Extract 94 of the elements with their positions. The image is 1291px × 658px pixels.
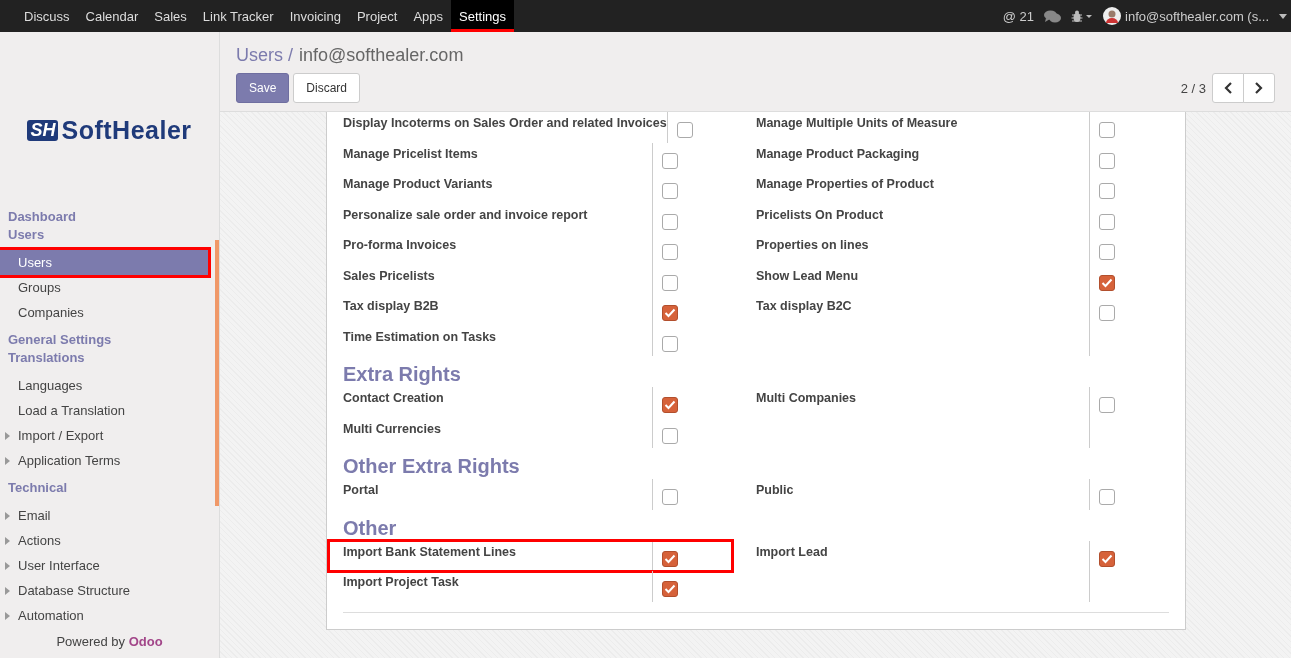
- checkbox[interactable]: [1099, 213, 1115, 230]
- previous-button[interactable]: [1212, 73, 1244, 103]
- menu-item[interactable]: Groups: [0, 275, 208, 300]
- checkbox[interactable]: [1099, 122, 1115, 138]
- menu-item[interactable]: Users: [0, 250, 208, 275]
- discard-button[interactable]: Discard: [293, 73, 361, 103]
- avatar-icon[interactable]: [1103, 7, 1121, 25]
- checkbox[interactable]: [1099, 489, 1115, 505]
- chevron-left-icon: [1224, 82, 1232, 94]
- section-heading: Other: [343, 515, 398, 541]
- field-label: Contact Creation: [343, 390, 445, 407]
- checkbox[interactable]: [662, 274, 678, 291]
- nav-menu-item[interactable]: Discuss: [16, 0, 78, 32]
- field-label: Manage Product Packaging: [756, 145, 921, 163]
- field-label: Tax display B2B: [343, 298, 440, 315]
- checkbox[interactable]: [662, 550, 678, 567]
- field-label: Import Project Task: [343, 574, 460, 591]
- checkbox[interactable]: [662, 213, 678, 230]
- pager-counter: 2 / 3: [1180, 80, 1206, 96]
- nav-menu-item[interactable]: Settings: [451, 0, 515, 32]
- nav-menu-item[interactable]: Sales: [146, 0, 195, 32]
- section-heading: Other Extra Rights: [343, 454, 521, 479]
- checkbox[interactable]: [662, 581, 678, 597]
- menu-item[interactable]: Load a Translation: [0, 398, 208, 423]
- field-label: Pricelists On Product: [756, 206, 885, 224]
- field-label: Pro-forma Invoices: [343, 237, 458, 254]
- field-label: Manage Properties of Product: [756, 176, 935, 193]
- section-heading: Extra Rights: [343, 362, 462, 387]
- caret-icon[interactable]: [1279, 13, 1287, 19]
- expand-triangle-icon: [5, 457, 10, 465]
- field-label: Import Bank Statement Lines: [343, 543, 517, 561]
- checkbox[interactable]: [662, 335, 678, 352]
- nav-menu-item[interactable]: Link Tracker: [194, 0, 282, 32]
- next-button[interactable]: [1243, 73, 1275, 103]
- field-label: Public: [756, 482, 795, 499]
- save-button[interactable]: Save: [236, 73, 290, 103]
- menu-item[interactable]: Languages: [0, 373, 208, 398]
- field-label: Tax display B2C: [756, 298, 853, 315]
- field-label: Time Estimation on Tasks: [343, 328, 498, 346]
- field-label: Show Lead Menu: [756, 267, 860, 285]
- checkbox[interactable]: [662, 305, 678, 321]
- menu-item[interactable]: Database Structure: [0, 578, 208, 603]
- checkbox[interactable]: [662, 183, 678, 199]
- checkbox[interactable]: [662, 397, 678, 413]
- nav-menu-item[interactable]: Apps: [405, 0, 452, 32]
- logo-mark: SH: [27, 119, 59, 141]
- chevron-right-icon: [1255, 82, 1263, 94]
- menu-item[interactable]: Actions: [0, 528, 208, 553]
- checkbox[interactable]: [662, 427, 678, 444]
- field-label: Manage Pricelist Items: [343, 145, 479, 163]
- field-label: Manage Multiple Units of Measure: [756, 115, 959, 132]
- powered-by-text: Powered by Odoo: [55, 634, 164, 649]
- expand-triangle-icon: [5, 537, 10, 545]
- checkbox[interactable]: [662, 489, 678, 505]
- nav-menu-item[interactable]: Calendar: [77, 0, 147, 32]
- field-label: Personalize sale order and invoice report: [343, 206, 589, 224]
- nav-menu-item[interactable]: Project: [348, 0, 406, 32]
- field-label: Sales Pricelists: [343, 267, 436, 285]
- user-menu[interactable]: info@softhealer.com (s...: [1125, 8, 1269, 24]
- breadcrumb-link[interactable]: Users /: [236, 44, 293, 66]
- field-label: Manage Product Variants: [343, 176, 494, 193]
- expand-triangle-icon: [5, 612, 10, 620]
- checkbox[interactable]: [1099, 550, 1115, 567]
- expand-triangle-icon: [5, 562, 10, 570]
- bug-icon[interactable]: [1071, 9, 1093, 23]
- logo-text: SoftHealer: [61, 115, 192, 145]
- menu-item[interactable]: User Interface: [0, 553, 208, 578]
- checkbox[interactable]: [1099, 305, 1115, 321]
- field-label: Multi Currencies: [343, 420, 442, 438]
- field-label: Display Incoterms on Sales Order and related Invoices: [343, 115, 667, 132]
- checkbox[interactable]: [1099, 274, 1115, 291]
- checkbox[interactable]: [662, 244, 678, 260]
- checkbox[interactable]: [1099, 183, 1115, 199]
- breadcrumb-current: info@softhealer.com: [299, 44, 464, 66]
- menu-item[interactable]: Import / Export: [0, 423, 208, 448]
- menu-item[interactable]: Automation: [0, 603, 208, 628]
- checkbox[interactable]: [1099, 397, 1115, 413]
- field-label: Properties on lines: [756, 237, 870, 254]
- checkbox[interactable]: [676, 122, 693, 138]
- expand-triangle-icon: [5, 432, 10, 440]
- checkbox[interactable]: [662, 152, 678, 169]
- checkbox[interactable]: [1099, 244, 1115, 260]
- chat-bubbles-icon[interactable]: [1044, 9, 1061, 23]
- menu-item[interactable]: Companies: [0, 300, 208, 325]
- checkbox[interactable]: [1099, 152, 1115, 169]
- menu-item[interactable]: Email: [0, 503, 208, 528]
- field-label: Portal: [343, 482, 380, 499]
- menu-item[interactable]: Application Terms: [0, 448, 208, 473]
- field-label: Multi Companies: [756, 390, 857, 407]
- expand-triangle-icon: [5, 512, 10, 520]
- nav-menu-item[interactable]: Invoicing: [281, 0, 349, 32]
- mentions-counter[interactable]: @ 21: [1002, 8, 1034, 24]
- expand-triangle-icon: [5, 587, 10, 595]
- field-label: Import Lead: [756, 543, 829, 561]
